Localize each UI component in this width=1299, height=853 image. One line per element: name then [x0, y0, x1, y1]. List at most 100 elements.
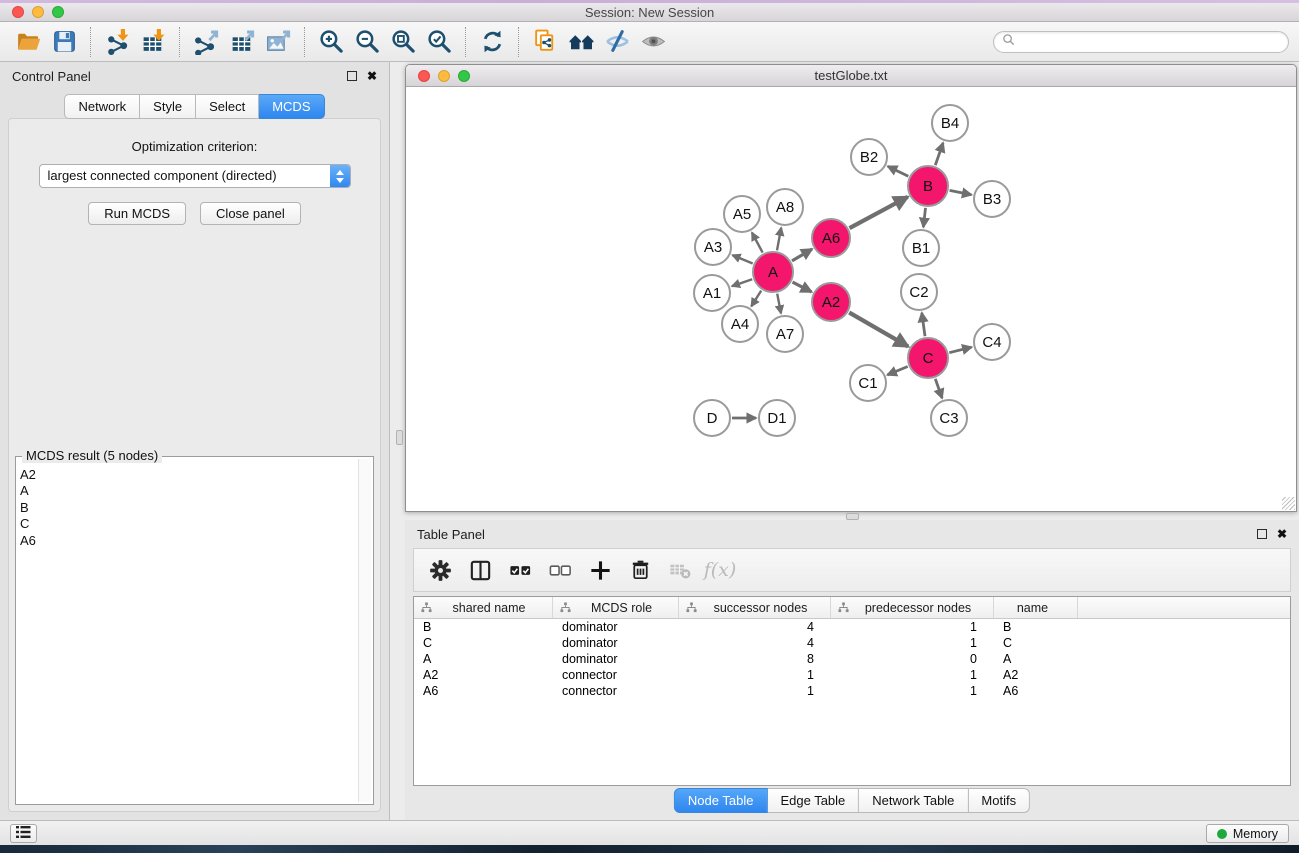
graph-node-B[interactable]: B: [908, 166, 948, 206]
vertical-splitter-handle[interactable]: [396, 430, 403, 445]
import-table-icon[interactable]: [135, 24, 171, 60]
tab-network-table[interactable]: Network Table: [859, 788, 968, 813]
graph-node-A1[interactable]: A1: [694, 275, 730, 311]
close-window-button[interactable]: [12, 6, 24, 18]
graph-node-C1[interactable]: C1: [850, 365, 886, 401]
graph-node-C2[interactable]: C2: [901, 274, 937, 310]
graph-node-A2[interactable]: A2: [812, 283, 850, 321]
edge-A-A4[interactable]: [751, 291, 761, 307]
show-network-icon[interactable]: [635, 24, 671, 60]
tab-edge-table[interactable]: Edge Table: [767, 788, 859, 813]
edge-C-C3[interactable]: [935, 379, 942, 398]
table-row[interactable]: Bdominator41B: [414, 619, 1290, 635]
zoom-selected-icon[interactable]: [421, 24, 457, 60]
select-all-checkbox-icon[interactable]: [502, 553, 538, 587]
export-table-icon[interactable]: [224, 24, 260, 60]
export-network-icon[interactable]: [188, 24, 224, 60]
graph-node-B2[interactable]: B2: [851, 139, 887, 175]
refresh-network-icon[interactable]: [474, 24, 510, 60]
zoom-in-icon[interactable]: [313, 24, 349, 60]
float-panel-icon[interactable]: [347, 71, 357, 81]
column-header-predecessor-nodes[interactable]: predecessor nodes: [831, 597, 994, 618]
graph-node-C4[interactable]: C4: [974, 324, 1010, 360]
column-header-successor-nodes[interactable]: successor nodes: [679, 597, 831, 618]
search-box[interactable]: [993, 31, 1289, 53]
edge-A-A6[interactable]: [792, 249, 812, 261]
export-image-icon[interactable]: [260, 24, 296, 60]
home-layout-icon[interactable]: [563, 24, 599, 60]
result-item[interactable]: A: [20, 483, 355, 499]
task-history-button[interactable]: [10, 824, 37, 843]
float-table-panel-icon[interactable]: [1257, 529, 1267, 539]
column-header-MCDS-role[interactable]: MCDS role: [553, 597, 679, 618]
graph-node-A8[interactable]: A8: [767, 189, 803, 225]
edge-A-A2[interactable]: [793, 282, 812, 292]
tab-motifs[interactable]: Motifs: [968, 788, 1030, 813]
result-item[interactable]: B: [20, 500, 355, 516]
edge-A-A8[interactable]: [777, 228, 781, 251]
delete-row-icon[interactable]: [622, 553, 658, 587]
table-settings-icon[interactable]: [422, 553, 458, 587]
edge-B-B1[interactable]: [923, 208, 925, 227]
hide-network-icon[interactable]: [599, 24, 635, 60]
edge-A-A3[interactable]: [732, 255, 752, 263]
save-session-icon[interactable]: [46, 24, 82, 60]
criterion-select[interactable]: largest connected component (directed): [39, 164, 351, 188]
graph-node-B3[interactable]: B3: [974, 181, 1010, 217]
tab-mcds[interactable]: MCDS: [259, 94, 324, 119]
column-header-name[interactable]: name: [994, 597, 1078, 618]
close-panel-button[interactable]: Close panel: [200, 202, 301, 225]
graph-node-D[interactable]: D: [694, 400, 730, 436]
import-network-icon[interactable]: [99, 24, 135, 60]
mcds-result-list[interactable]: A2ABCA6: [20, 467, 355, 802]
column-header-shared-name[interactable]: shared name: [414, 597, 553, 618]
graph-node-A7[interactable]: A7: [767, 316, 803, 352]
table-row[interactable]: Cdominator41C: [414, 635, 1290, 651]
open-session-icon[interactable]: [10, 24, 46, 60]
minimize-window-button[interactable]: [32, 6, 44, 18]
edge-B-B2[interactable]: [888, 166, 909, 176]
clone-network-icon[interactable]: [527, 24, 563, 60]
result-item[interactable]: A6: [20, 533, 355, 549]
column-selector-icon[interactable]: [462, 553, 498, 587]
table-row[interactable]: Adominator80A: [414, 651, 1290, 667]
edge-B-B3[interactable]: [950, 190, 972, 194]
add-row-icon[interactable]: [582, 553, 618, 587]
table-row[interactable]: A6connector11A6: [414, 683, 1290, 699]
edge-A6-B[interactable]: [850, 197, 908, 228]
edge-C-C1[interactable]: [887, 367, 907, 375]
deselect-all-checkbox-icon[interactable]: [542, 553, 578, 587]
edge-B-B4[interactable]: [935, 143, 943, 165]
graph-node-A[interactable]: A: [753, 252, 793, 292]
edge-A2-C[interactable]: [849, 313, 908, 347]
network-minimize-button[interactable]: [438, 70, 450, 82]
zoom-out-icon[interactable]: [349, 24, 385, 60]
graph-node-A3[interactable]: A3: [695, 229, 731, 265]
graph-node-C3[interactable]: C3: [931, 400, 967, 436]
window-resize-grip[interactable]: [1282, 497, 1295, 510]
run-mcds-button[interactable]: Run MCDS: [88, 202, 186, 225]
tab-style[interactable]: Style: [140, 94, 196, 119]
tab-node-table[interactable]: Node Table: [674, 788, 768, 813]
result-item[interactable]: A2: [20, 467, 355, 483]
search-input[interactable]: [1020, 35, 1280, 49]
network-close-button[interactable]: [418, 70, 430, 82]
zoom-window-button[interactable]: [52, 6, 64, 18]
edge-C-C4[interactable]: [949, 347, 971, 353]
graph-node-C[interactable]: C: [908, 338, 948, 378]
graph-node-A5[interactable]: A5: [724, 196, 760, 232]
tab-select[interactable]: Select: [196, 94, 259, 119]
edge-A-A5[interactable]: [752, 233, 763, 253]
edge-A-A1[interactable]: [732, 279, 752, 286]
memory-button[interactable]: Memory: [1206, 824, 1289, 843]
network-canvas[interactable]: B4B2BB3A8A5A6A3B1AC2A1A2A4A7C4CC1C3DD1: [406, 87, 1296, 511]
edge-A-A7[interactable]: [777, 294, 781, 314]
graph-node-A4[interactable]: A4: [722, 306, 758, 342]
graph-node-B4[interactable]: B4: [932, 105, 968, 141]
graph-node-A6[interactable]: A6: [812, 219, 850, 257]
zoom-fit-icon[interactable]: [385, 24, 421, 60]
close-table-panel-icon[interactable]: ✖: [1277, 529, 1287, 539]
close-panel-icon[interactable]: ✖: [367, 71, 377, 81]
result-list-scrollbar[interactable]: [358, 459, 371, 802]
horizontal-splitter-handle[interactable]: [846, 513, 859, 520]
